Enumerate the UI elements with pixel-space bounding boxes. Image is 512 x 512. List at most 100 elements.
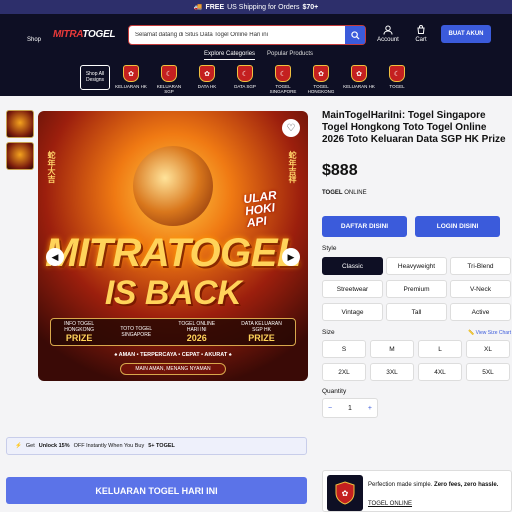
- info-big: 2026: [186, 333, 207, 343]
- category-label: DATA HK: [197, 84, 217, 89]
- style-option[interactable]: Premium: [386, 280, 447, 298]
- hero-headline: MITRATOGEL: [45, 231, 301, 275]
- shop-menu[interactable]: Shop: [27, 37, 41, 43]
- category-item[interactable]: ✿ DATA HK: [190, 65, 224, 94]
- category-item[interactable]: ✿ KELUARAN HK: [342, 65, 376, 94]
- snake-illustration: [133, 146, 213, 226]
- daftar-button[interactable]: DAFTAR DISINI: [322, 216, 407, 237]
- category-item[interactable]: ☾ DATA SGP: [228, 65, 262, 94]
- size-option[interactable]: 4XL: [418, 363, 462, 381]
- size-option[interactable]: XL: [466, 340, 510, 358]
- category-label: TOGEL SINGAPORE: [269, 84, 297, 94]
- vendor-card-link[interactable]: TOGEL ONLINE: [368, 501, 412, 507]
- cart-icon: [417, 25, 425, 34]
- unlock-mid: OFF Instantly When You Buy: [73, 443, 145, 449]
- shop-all-label-2: Designs: [85, 76, 105, 83]
- style-option[interactable]: V-Neck: [450, 280, 511, 298]
- size-option[interactable]: 5XL: [466, 363, 510, 381]
- qty-minus-button[interactable]: −: [328, 405, 332, 412]
- qty-value[interactable]: 1: [348, 405, 352, 412]
- nav-links: Explore Categories Popular Products: [204, 51, 313, 60]
- info-big: PRIZE: [248, 333, 275, 343]
- style-option[interactable]: Streetwear: [322, 280, 383, 298]
- account-link[interactable]: Account: [375, 25, 401, 43]
- category-label: DATA SGP: [234, 84, 256, 89]
- category-item[interactable]: ☾ KELUARAN SGP: [152, 65, 186, 94]
- hk-flag-icon: ✿: [351, 65, 367, 82]
- category-item[interactable]: ☾ TOGEL SINGAPORE: [266, 65, 300, 94]
- size-label: Size: [322, 329, 335, 336]
- promo-amount: $70+: [302, 3, 319, 11]
- quantity-label: Quantity: [322, 388, 347, 395]
- size-option[interactable]: 2XL: [322, 363, 366, 381]
- style-option[interactable]: Active: [450, 303, 511, 321]
- category-label: TOGEL HONGKONG: [307, 84, 335, 94]
- nav-explore-categories[interactable]: Explore Categories: [204, 51, 256, 60]
- size-option[interactable]: S: [322, 340, 366, 358]
- cart-link[interactable]: Cart: [411, 25, 431, 43]
- keluaran-togel-button[interactable]: KELUARAN TOGEL HARI INI: [6, 477, 307, 504]
- unlock-pre: Get: [25, 443, 35, 449]
- quantity-stepper: − 1 +: [322, 398, 378, 418]
- product-vendor[interactable]: TOGEL ONLINE: [322, 190, 367, 196]
- category-label: TOGEL: [389, 84, 405, 89]
- product-hero-image: 蛇年大吉 蛇年吉祥 ULAR HOKI API MITRATOGEL IS BACK…: [38, 111, 308, 381]
- qty-plus-button[interactable]: +: [368, 405, 372, 412]
- search-button[interactable]: [345, 26, 365, 44]
- product-thumbnail[interactable]: [6, 110, 34, 138]
- vendor-logo: ✿: [327, 475, 363, 511]
- style-option[interactable]: Classic: [322, 257, 383, 275]
- style-option[interactable]: Vintage: [322, 303, 383, 321]
- shop-all-designs-button[interactable]: Shop All Designs: [80, 65, 110, 90]
- style-option[interactable]: Heavyweight: [386, 257, 447, 275]
- wishlist-heart-icon[interactable]: ♡: [282, 119, 300, 137]
- category-strip: Shop All Designs ✿ KELUARAN HK ☾ KELUARAN S…: [80, 65, 414, 94]
- promo-bar: 🚚 FREE US Shipping for Orders $70+: [0, 0, 512, 14]
- size-option[interactable]: 3XL: [370, 363, 414, 381]
- hero-subtag: MAIN AMAN, MENANG NYAMAN: [120, 363, 226, 375]
- search-input[interactable]: [129, 26, 345, 44]
- prev-image-arrow-icon[interactable]: ◀: [46, 248, 64, 266]
- size-chart-label: View Size Chart: [475, 330, 512, 336]
- style-option[interactable]: Tri-Blend: [450, 257, 511, 275]
- unlock-banner: ⚡ Get Unlock 15% OFF Instantly When You …: [6, 437, 307, 455]
- svg-text:✿: ✿: [342, 489, 349, 498]
- product-price: $888: [322, 162, 358, 179]
- hk-flag-icon: ✿: [199, 65, 215, 82]
- login-button[interactable]: LOGIN DISINI: [415, 216, 500, 237]
- info-item: INFO TOGEL HONGKONG PRIZE: [64, 321, 94, 343]
- nav-popular-products[interactable]: Popular Products: [267, 51, 313, 60]
- hero-info-bar: INFO TOGEL HONGKONG PRIZE TOTO TOGEL SINGAP…: [50, 318, 296, 346]
- size-chart-link[interactable]: 📏 View Size Chart: [468, 330, 511, 336]
- cart-label: Cart: [415, 37, 427, 43]
- thumbnail-list: [6, 110, 34, 174]
- card-text: Perfection made simple.: [368, 482, 433, 488]
- sg-flag-icon: ☾: [237, 65, 253, 82]
- size-option[interactable]: M: [370, 340, 414, 358]
- category-label: KELUARAN HK: [343, 84, 375, 89]
- category-item[interactable]: ✿ KELUARAN HK: [114, 65, 148, 94]
- sg-flag-icon: ☾: [161, 65, 177, 82]
- info-item: TOTO TOGEL SINGAPORE: [120, 326, 152, 338]
- promo-prefix: FREE: [205, 3, 225, 11]
- category-item[interactable]: ☾ TOGEL: [380, 65, 414, 94]
- hero-side-text-right: 蛇年吉祥: [288, 151, 297, 183]
- truck-icon: 🚚: [193, 4, 203, 11]
- next-image-arrow-icon[interactable]: ▶: [282, 248, 300, 266]
- category-label: KELUARAN HK: [115, 84, 147, 89]
- search-icon: [350, 30, 360, 40]
- sg-flag-icon: ☾: [275, 65, 291, 82]
- badge-line-3: API: [245, 213, 268, 231]
- category-item[interactable]: ✿ TOGEL HONGKONG: [304, 65, 338, 94]
- user-icon: [383, 25, 393, 35]
- create-account-button[interactable]: BUAT AKUN: [441, 25, 491, 43]
- category-label: KELUARAN SGP: [156, 84, 182, 94]
- hero-side-text-left: 蛇年大吉: [47, 151, 56, 183]
- unlock-bold-2: 5+ TOGEL: [148, 443, 175, 449]
- vendor-card-text: Perfection made simple. Zero fees, zero …: [368, 481, 510, 489]
- search-bar: [128, 25, 366, 45]
- product-thumbnail[interactable]: [6, 142, 34, 170]
- style-option[interactable]: Tall: [386, 303, 447, 321]
- size-option[interactable]: L: [418, 340, 462, 358]
- site-logo[interactable]: MITRATOGEL: [53, 29, 119, 43]
